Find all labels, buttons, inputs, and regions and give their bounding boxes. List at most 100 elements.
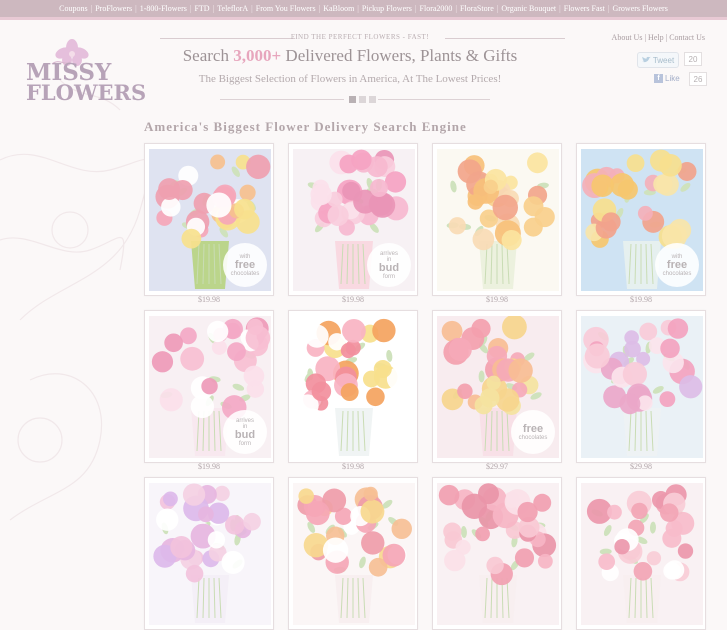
top-nav-link[interactable]: Growers Flowers xyxy=(612,4,667,13)
product-image[interactable] xyxy=(581,483,703,625)
nav-separator: | xyxy=(496,4,499,13)
product-price: $29.98 xyxy=(630,462,652,471)
headline: Search 3,000+ Delivered Flowers, Plants … xyxy=(140,46,560,66)
slide-dot-1[interactable] xyxy=(349,96,356,103)
top-nav-link[interactable]: Pickup Flowers xyxy=(362,4,412,13)
product-price: $19.98 xyxy=(198,462,220,471)
product-price: $19.98 xyxy=(198,295,220,304)
top-nav-link[interactable]: From You Flowers xyxy=(256,4,316,13)
header-banner: FIND THE PERFECT FLOWERS - FAST! Search … xyxy=(140,28,600,108)
promo-badge-text: form xyxy=(383,273,395,280)
product-image[interactable]: arrives in bud form xyxy=(293,149,415,291)
top-nav-link[interactable]: ProFlowers xyxy=(95,4,132,13)
logo-text-flowers: FLOWERS xyxy=(26,80,147,105)
tweet-label: Tweet xyxy=(652,55,675,65)
contact-us-link[interactable]: Contact Us xyxy=(669,33,705,42)
slideshow-dots[interactable] xyxy=(349,96,376,103)
top-nav-link[interactable]: Coupons xyxy=(59,4,87,13)
product-image[interactable]: arrives in bud form xyxy=(149,316,271,458)
facebook-like-button[interactable]: f Like xyxy=(654,72,682,85)
bouquet-image xyxy=(293,316,415,458)
product-image[interactable]: free chocolates xyxy=(437,316,559,458)
product-card[interactable]: $19.98 xyxy=(432,143,562,304)
promo-badge: with free chocolates xyxy=(223,243,267,287)
tweet-button[interactable]: Tweet xyxy=(637,52,679,68)
promo-badge-text: form xyxy=(239,440,251,447)
nav-separator: | xyxy=(135,4,137,13)
help-link[interactable]: Help xyxy=(648,33,664,42)
nav-separator: | xyxy=(357,4,359,13)
promo-badge: arrives in bud form xyxy=(367,243,411,287)
product-price: $19.98 xyxy=(342,295,364,304)
promo-badge-text: bud xyxy=(234,428,256,441)
product-count: 3,000+ xyxy=(233,46,282,65)
tagline: FIND THE PERFECT FLOWERS - FAST! xyxy=(290,33,430,41)
product-card[interactable]: with free chocolates $19.98 xyxy=(576,143,706,304)
product-image[interactable] xyxy=(437,483,559,625)
slide-dot-2[interactable] xyxy=(359,96,366,103)
nav-separator: | xyxy=(212,4,215,13)
promo-badge-text: chocolates xyxy=(518,434,548,441)
top-nav-link[interactable]: 1-800-Flowers xyxy=(140,4,187,13)
product-image-frame: arrives in bud form xyxy=(144,310,274,463)
slide-dot-3[interactable] xyxy=(369,96,376,103)
product-card[interactable] xyxy=(288,477,418,630)
tweet-count: 20 xyxy=(684,52,702,66)
top-nav-link[interactable]: Organic Bouquet xyxy=(501,4,556,13)
product-image[interactable] xyxy=(149,483,271,625)
product-price: $29.97 xyxy=(486,462,508,471)
facebook-icon: f xyxy=(654,74,663,83)
product-image-frame xyxy=(288,477,418,630)
top-nav-link[interactable]: Flowers Fast xyxy=(564,4,605,13)
nav-separator: | xyxy=(90,4,93,13)
about-us-link[interactable]: About Us xyxy=(612,33,643,42)
bouquet-image xyxy=(437,149,559,291)
product-image[interactable]: with free chocolates xyxy=(149,149,271,291)
product-card[interactable] xyxy=(576,477,706,630)
top-nav-link[interactable]: KaBloom xyxy=(323,4,354,13)
bouquet-image xyxy=(581,483,703,625)
nav-separator: | xyxy=(559,4,561,13)
bouquet-image xyxy=(437,483,559,625)
product-card[interactable] xyxy=(144,477,274,630)
nav-separator: | xyxy=(189,4,192,13)
bouquet-image xyxy=(293,483,415,625)
like-count: 26 xyxy=(689,72,707,86)
subheadline: The Biggest Selection of Flowers in Amer… xyxy=(198,73,502,85)
product-image-frame xyxy=(144,477,274,630)
product-image-frame xyxy=(432,477,562,630)
headline-prefix: Search xyxy=(182,46,234,65)
section-title: America's Biggest Flower Delivery Search… xyxy=(144,119,467,134)
bouquet-image xyxy=(149,483,271,625)
product-image[interactable] xyxy=(581,316,703,458)
product-card[interactable] xyxy=(432,477,562,630)
product-image[interactable]: with free chocolates xyxy=(581,149,703,291)
product-image[interactable] xyxy=(437,149,559,291)
product-price: $19.98 xyxy=(630,295,652,304)
promo-badge: arrives in bud form xyxy=(223,410,267,454)
product-card[interactable]: arrives in bud form $19.98 xyxy=(144,310,274,471)
product-card[interactable]: $29.98 xyxy=(576,310,706,471)
top-nav-link[interactable]: FloraStore xyxy=(460,4,494,13)
top-nav-bar: Coupons | ProFlowers | 1-800-Flowers | FTD | Tel… xyxy=(0,0,727,17)
product-image[interactable] xyxy=(293,483,415,625)
product-image-frame: with free chocolates xyxy=(144,143,274,296)
product-image[interactable] xyxy=(293,316,415,458)
product-card[interactable]: with free chocolates $19.98 xyxy=(144,143,274,304)
top-nav-link[interactable]: Flora2000 xyxy=(420,4,453,13)
promo-badge-text: free xyxy=(234,258,256,271)
site-logo[interactable]: MISSY FLOWERS xyxy=(24,38,146,108)
top-nav-link[interactable]: FTD xyxy=(194,4,209,13)
promo-badge-text: chocolates xyxy=(662,270,692,277)
utility-links: About Us | Help | Contact Us xyxy=(611,33,705,42)
product-card[interactable]: free chocolates $29.97 xyxy=(432,310,562,471)
like-label: Like xyxy=(665,74,680,83)
nav-separator: | xyxy=(318,4,321,13)
nav-separator: | xyxy=(251,4,253,13)
nav-separator: | xyxy=(607,4,610,13)
product-price: $19.98 xyxy=(342,462,364,471)
product-card[interactable]: arrives in bud form $19.98 xyxy=(288,143,418,304)
top-nav-link[interactable]: TeleflorA xyxy=(217,4,248,13)
product-card[interactable]: $19.98 xyxy=(288,310,418,471)
divider-right xyxy=(378,99,490,100)
